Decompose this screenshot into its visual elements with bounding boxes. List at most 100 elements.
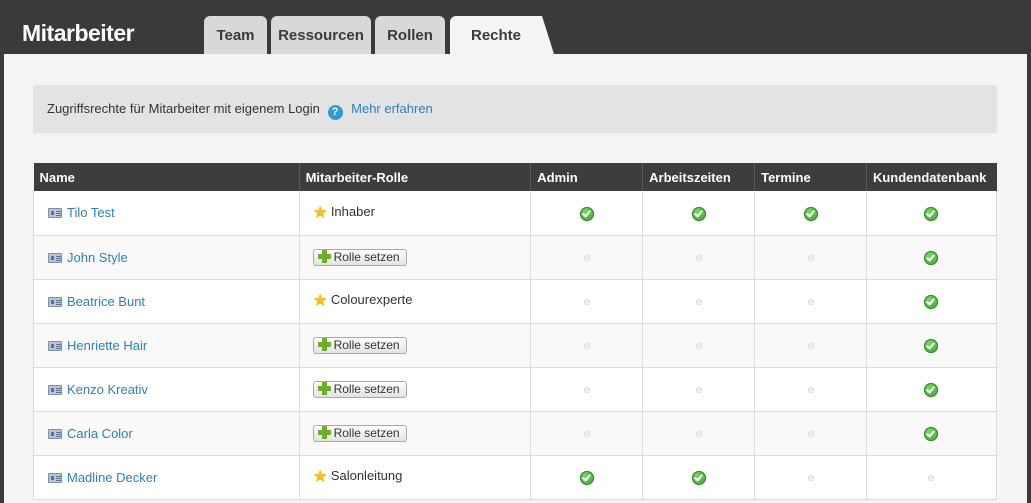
empty-dot-icon[interactable] xyxy=(807,431,814,438)
permission-cell-admin[interactable] xyxy=(530,455,644,500)
check-icon[interactable] xyxy=(924,294,939,309)
empty-dot-icon[interactable] xyxy=(583,387,590,394)
role-cell: ★ Salonleitung xyxy=(299,455,532,500)
table-row: John Style Rolle setzen xyxy=(33,235,998,280)
permission-cell-admin[interactable] xyxy=(530,235,644,280)
check-icon[interactable] xyxy=(579,470,594,485)
check-icon[interactable] xyxy=(924,206,939,221)
empty-dot-icon[interactable] xyxy=(695,299,702,306)
table-header-row: Name Mitarbeiter-Rolle Admin Arbeitszeit… xyxy=(33,163,997,191)
empty-dot-icon[interactable] xyxy=(695,343,702,350)
permission-cell-kundendatenbank[interactable] xyxy=(866,235,998,280)
role-cell: ★ Colourexperte xyxy=(299,279,532,324)
employee-name-link[interactable]: Carla Color xyxy=(67,426,133,441)
permission-cell-kundendatenbank[interactable] xyxy=(866,191,998,236)
plus-icon xyxy=(317,425,331,439)
page-title: Mitarbeiter xyxy=(22,20,135,46)
permission-cell-arbeitszeiten[interactable] xyxy=(642,455,756,500)
set-role-button[interactable]: Rolle setzen xyxy=(312,248,407,266)
permission-cell-arbeitszeiten[interactable] xyxy=(642,279,756,324)
empty-dot-icon[interactable] xyxy=(695,431,702,438)
permission-cell-termine[interactable] xyxy=(754,191,867,236)
permission-cell-termine[interactable] xyxy=(754,455,867,500)
empty-dot-icon[interactable] xyxy=(583,255,590,262)
permission-cell-arbeitszeiten[interactable] xyxy=(642,367,756,412)
set-role-label: Rolle setzen xyxy=(333,425,400,440)
set-role-button[interactable]: Rolle setzen xyxy=(312,380,407,398)
tab-rollen[interactable]: Rollen xyxy=(375,16,445,54)
empty-dot-icon[interactable] xyxy=(695,255,702,262)
star-icon: ★ xyxy=(312,202,328,222)
permission-cell-arbeitszeiten[interactable] xyxy=(642,235,756,280)
tab-team[interactable]: Team xyxy=(204,16,267,54)
check-icon[interactable] xyxy=(803,206,818,221)
permission-cell-kundendatenbank[interactable] xyxy=(866,323,998,368)
check-icon[interactable] xyxy=(579,206,594,221)
permission-cell-kundendatenbank[interactable] xyxy=(866,411,998,456)
permission-cell-arbeitszeiten[interactable] xyxy=(642,411,756,456)
employee-name-link[interactable]: John Style xyxy=(67,250,128,265)
permission-cell-termine[interactable] xyxy=(754,279,867,324)
question-circle-icon[interactable]: ? xyxy=(327,105,343,120)
employee-name-link[interactable]: Kenzo Kreativ xyxy=(67,382,148,397)
permission-cell-termine[interactable] xyxy=(754,367,867,412)
star-icon: ★ xyxy=(312,291,328,310)
set-role-label: Rolle setzen xyxy=(333,337,400,352)
empty-dot-icon[interactable] xyxy=(807,387,814,394)
table-row: Henriette Hair Rolle setzen xyxy=(33,323,998,368)
permission-cell-kundendatenbank[interactable] xyxy=(866,279,998,324)
permission-cell-admin[interactable] xyxy=(530,191,644,236)
permission-cell-kundendatenbank[interactable] xyxy=(866,455,998,500)
permission-cell-arbeitszeiten[interactable] xyxy=(642,323,756,368)
table-row: Carla Color Rolle setzen xyxy=(33,411,998,456)
permission-cell-arbeitszeiten[interactable] xyxy=(642,191,756,236)
permission-cell-termine[interactable] xyxy=(754,411,867,456)
permission-cell-kundendatenbank[interactable] xyxy=(866,367,998,412)
permission-cell-termine[interactable] xyxy=(754,323,867,368)
tab-ressourcen[interactable]: Ressourcen xyxy=(271,16,371,54)
check-icon[interactable] xyxy=(691,470,706,485)
empty-dot-icon[interactable] xyxy=(583,343,590,350)
check-icon[interactable] xyxy=(691,206,706,221)
employee-name-link[interactable]: Madline Decker xyxy=(67,470,157,485)
employee-name-link[interactable]: Tilo Test xyxy=(67,205,115,220)
permission-cell-admin[interactable] xyxy=(530,411,644,456)
empty-dot-icon[interactable] xyxy=(695,387,702,394)
role-label: Colourexperte xyxy=(330,292,413,307)
table-row: Madline Decker ★ Salonleitung xyxy=(33,455,998,500)
empty-dot-icon[interactable] xyxy=(807,299,814,306)
empty-dot-icon[interactable] xyxy=(807,255,814,262)
star-icon: ★ xyxy=(312,467,328,486)
empty-dot-icon[interactable] xyxy=(807,343,814,350)
check-icon[interactable] xyxy=(924,426,939,441)
table-row: Kenzo Kreativ Rolle setzen xyxy=(33,367,998,412)
check-icon[interactable] xyxy=(924,250,939,265)
permission-cell-termine[interactable] xyxy=(754,235,867,280)
set-role-button[interactable]: Rolle setzen xyxy=(312,424,407,442)
contact-card-icon xyxy=(48,296,62,307)
plus-icon xyxy=(317,337,331,351)
main-content: Zugriffsrechte für Mitarbeiter mit eigen… xyxy=(4,54,1027,503)
role-label: Inhaber xyxy=(330,203,375,219)
tab-rechte[interactable]: Rechte xyxy=(450,16,554,54)
permission-cell-admin[interactable] xyxy=(530,323,644,368)
permission-cell-admin[interactable] xyxy=(530,367,644,412)
name-cell: Kenzo Kreativ xyxy=(33,367,300,412)
set-role-button[interactable]: Rolle setzen xyxy=(312,336,407,354)
column-header-termine: Termine xyxy=(754,163,867,191)
empty-dot-icon[interactable] xyxy=(583,431,590,438)
column-header-kundendatenbank: Kundendatenbank xyxy=(866,163,997,191)
column-header-role: Mitarbeiter-Rolle xyxy=(299,163,532,191)
empty-dot-icon[interactable] xyxy=(928,475,935,482)
check-icon[interactable] xyxy=(924,338,939,353)
employee-name-link[interactable]: Beatrice Bunt xyxy=(67,294,145,309)
check-icon[interactable] xyxy=(924,382,939,397)
column-header-admin: Admin xyxy=(530,163,644,191)
set-role-label: Rolle setzen xyxy=(333,381,400,396)
employee-name-link[interactable]: Henriette Hair xyxy=(67,338,147,353)
empty-dot-icon[interactable] xyxy=(807,475,814,482)
more-info-link[interactable]: Mehr erfahren xyxy=(351,101,433,116)
permission-cell-admin[interactable] xyxy=(530,279,644,324)
empty-dot-icon[interactable] xyxy=(583,299,590,306)
role-cell: Rolle setzen xyxy=(299,323,532,368)
